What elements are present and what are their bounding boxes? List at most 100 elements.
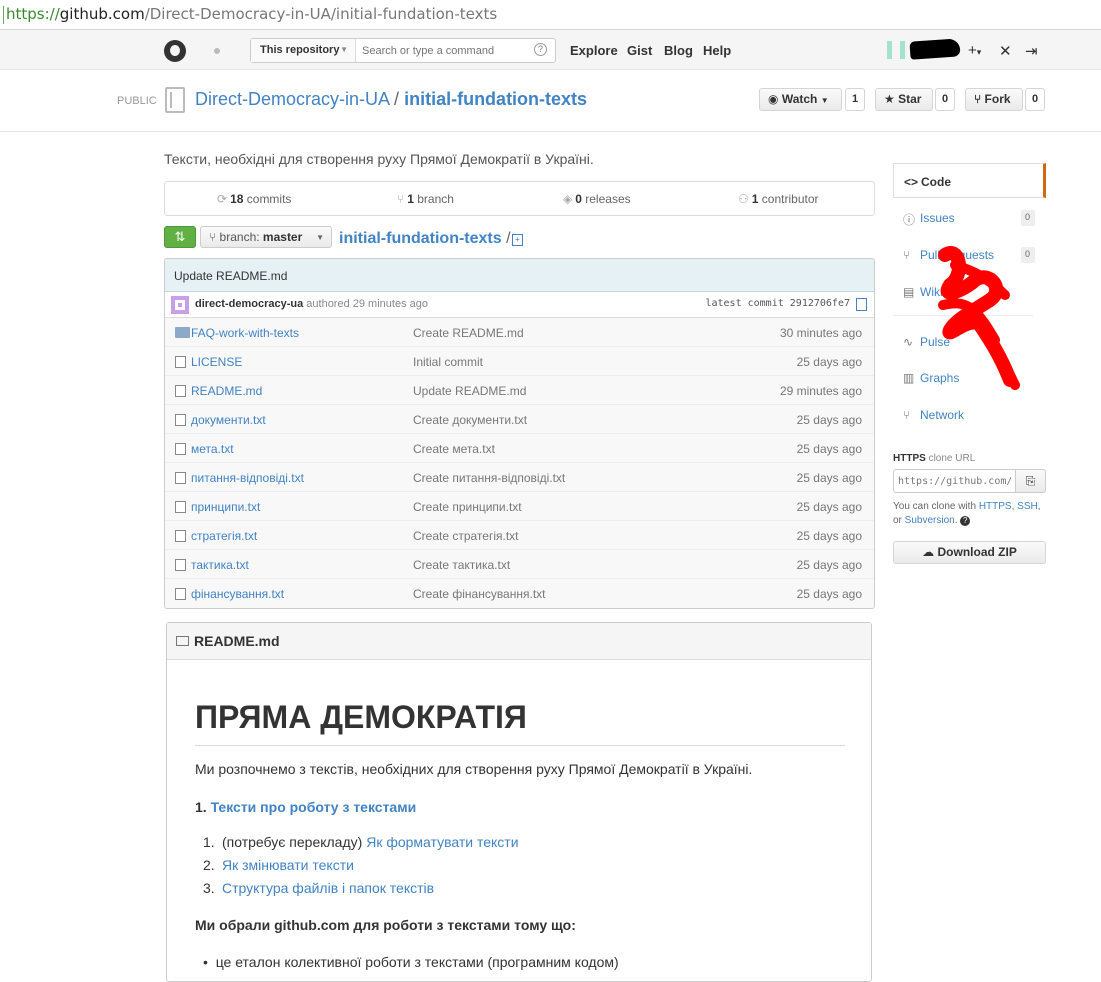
- nav-explore[interactable]: Explore: [570, 43, 618, 58]
- tools-icon[interactable]: ✕: [999, 42, 1012, 60]
- compare-icon: ⇅: [174, 229, 186, 244]
- contributors-link[interactable]: ⚇ 1 contributor: [738, 192, 819, 206]
- clone-url-input[interactable]: [893, 469, 1016, 493]
- book-icon: [176, 636, 189, 646]
- list-item: 1. (потребує перекладу) Як форматувати те…: [203, 834, 519, 850]
- file-commit-message[interactable]: Create принципи.txt: [413, 500, 522, 514]
- file-age: 25 days ago: [796, 471, 862, 485]
- file-name-link[interactable]: README.md: [191, 384, 262, 398]
- readme-list-link[interactable]: Структура файлів і папок текстів: [222, 880, 434, 896]
- plus-icon[interactable]: +▾: [968, 42, 981, 59]
- file-commit-message[interactable]: Create документи.txt: [413, 413, 527, 427]
- readme-list-link[interactable]: Як змінювати тексти: [222, 857, 354, 873]
- watch-count[interactable]: 1: [845, 88, 866, 111]
- file-name-link[interactable]: LICENSE: [191, 355, 242, 369]
- notification-indicator-icon[interactable]: [214, 48, 220, 54]
- sidebar-item-issues[interactable]: ⓘ Issues 0: [893, 200, 1046, 235]
- commit-author: direct-democracy-ua authored 29 minutes …: [195, 298, 428, 310]
- search-scope-select[interactable]: This repository ▼: [251, 39, 356, 62]
- repo-name-link[interactable]: initial-fundation-texts: [404, 89, 587, 109]
- file-name-link[interactable]: стратегія.txt: [191, 529, 257, 543]
- sidebar-item-pull-requests[interactable]: ⑂ Pull Requests 0: [893, 237, 1046, 272]
- author-link[interactable]: direct-democracy-ua: [195, 298, 303, 310]
- file-name-link[interactable]: питання-відповіді.txt: [191, 471, 304, 485]
- file-commit-message[interactable]: Create тактика.txt: [413, 558, 510, 572]
- sidebar-item-wiki[interactable]: ▤ Wiki: [893, 274, 1046, 309]
- download-zip-button[interactable]: ☁ Download ZIP: [893, 541, 1046, 564]
- sidebar-item-network[interactable]: ⑂ Network: [893, 397, 1046, 432]
- user-avatar[interactable]: [887, 41, 905, 59]
- file-age: 25 days ago: [796, 500, 862, 514]
- compare-button[interactable]: ⇅: [164, 226, 196, 248]
- file-icon: [175, 501, 186, 513]
- nav-help[interactable]: Help: [703, 43, 731, 58]
- table-row: LICENSE Initial commit 25 days ago: [165, 347, 874, 376]
- file-name-link[interactable]: принципи.txt: [191, 500, 260, 514]
- file-commit-message[interactable]: Create питання-відповіді.txt: [413, 471, 565, 485]
- fork-count[interactable]: 0: [1025, 88, 1046, 111]
- eye-icon: ◉: [768, 92, 779, 106]
- sidebar-item-code[interactable]: <> Code: [893, 163, 1046, 198]
- file-commit-message[interactable]: Create README.md: [413, 326, 524, 340]
- file-age: 30 minutes ago: [779, 326, 862, 340]
- file-age: 25 days ago: [796, 442, 862, 456]
- clone-https-link[interactable]: HTTPS: [979, 501, 1012, 512]
- file-commit-message[interactable]: Create стратегія.txt: [413, 529, 519, 543]
- nav-gist[interactable]: Gist: [627, 43, 652, 58]
- file-commit-message[interactable]: Create фінансування.txt: [413, 587, 546, 601]
- fork-button[interactable]: ⑂ Fork: [965, 88, 1023, 111]
- url-text[interactable]: https://github.com/Direct-Democracy-in-U…: [6, 5, 497, 23]
- clone-ssh-link[interactable]: SSH: [1017, 501, 1038, 512]
- code-icon: <>: [904, 175, 919, 189]
- author-avatar[interactable]: [171, 296, 189, 314]
- branches-link[interactable]: ⑂ 1 branch: [397, 192, 454, 206]
- table-row: фінансування.txt Create фінансування.txt 2…: [165, 579, 874, 608]
- breadcrumb: initial-fundation-texts /: [339, 230, 511, 248]
- redaction-scribble: [909, 38, 961, 60]
- repo-owner-link[interactable]: Direct-Democracy-in-UA: [195, 89, 389, 109]
- branch-select[interactable]: ⑂ branch: master ▼: [200, 226, 332, 248]
- search-input[interactable]: [358, 39, 528, 62]
- list-item: 2. Як змінювати тексти: [203, 857, 354, 873]
- file-commit-message[interactable]: Initial commit: [413, 355, 483, 369]
- new-file-icon[interactable]: +: [512, 234, 523, 246]
- fork-icon: ⑂: [974, 92, 982, 106]
- nav-blog[interactable]: Blog: [664, 43, 693, 58]
- file-name-link[interactable]: мета.txt: [191, 442, 234, 456]
- readme-list-link[interactable]: Як форматувати тексти: [366, 834, 518, 850]
- search-box: This repository▼ ?: [250, 38, 556, 63]
- sidebar-item-pulse[interactable]: ∿ Pulse: [893, 324, 1046, 359]
- commits-link[interactable]: ⟳ 18 commits: [217, 192, 291, 206]
- breadcrumb-repo-link[interactable]: initial-fundation-texts: [339, 230, 502, 247]
- clipboard-icon[interactable]: ⎘: [1015, 469, 1046, 493]
- commit-sha[interactable]: latest commit 2912706fe7: [705, 298, 850, 309]
- file-name-link[interactable]: FAQ-work-with-texts: [191, 326, 299, 340]
- clone-subversion-link[interactable]: Subversion: [905, 515, 955, 526]
- browser-url-bar[interactable]: https://github.com/Direct-Democracy-in-U…: [0, 0, 1101, 30]
- file-name-link[interactable]: документи.txt: [191, 413, 266, 427]
- readme-intro: Ми розпочнемо з текстів, необхідних для …: [195, 761, 753, 777]
- sign-out-icon[interactable]: ⇥: [1025, 42, 1038, 60]
- question-icon[interactable]: ?: [960, 516, 971, 526]
- file-commit-message[interactable]: Create мета.txt: [413, 442, 495, 456]
- watch-button[interactable]: ◉ Watch ▼: [759, 88, 842, 111]
- repo-title-separator: /: [394, 89, 400, 109]
- clipboard-icon[interactable]: [856, 298, 867, 311]
- chevron-down-icon: ▼: [820, 96, 829, 105]
- star-button[interactable]: ★ Star: [875, 88, 933, 111]
- last-commit-message[interactable]: Update README.md: [165, 259, 874, 292]
- search-help-icon[interactable]: ?: [534, 43, 547, 56]
- tag-icon: ◈: [563, 192, 573, 206]
- file-name-link[interactable]: фінансування.txt: [191, 587, 284, 601]
- readme-heading: ПРЯМА ДЕМОКРАТІЯ: [195, 699, 527, 735]
- releases-link[interactable]: ◈ 0 releases: [563, 192, 631, 206]
- sidebar-item-graphs[interactable]: ▥ Graphs: [893, 360, 1046, 395]
- list-item: • це еталон колективної роботи з текстам…: [203, 954, 619, 970]
- file-name-link[interactable]: тактика.txt: [191, 558, 249, 572]
- star-count[interactable]: 0: [935, 88, 956, 111]
- readme-section-link[interactable]: Тексти про роботу з текстами: [211, 799, 417, 815]
- github-logo-icon[interactable]: [164, 40, 186, 62]
- readme-header: README.md: [167, 623, 871, 660]
- file-commit-message[interactable]: Update README.md: [413, 384, 526, 398]
- url-caret: [3, 6, 4, 24]
